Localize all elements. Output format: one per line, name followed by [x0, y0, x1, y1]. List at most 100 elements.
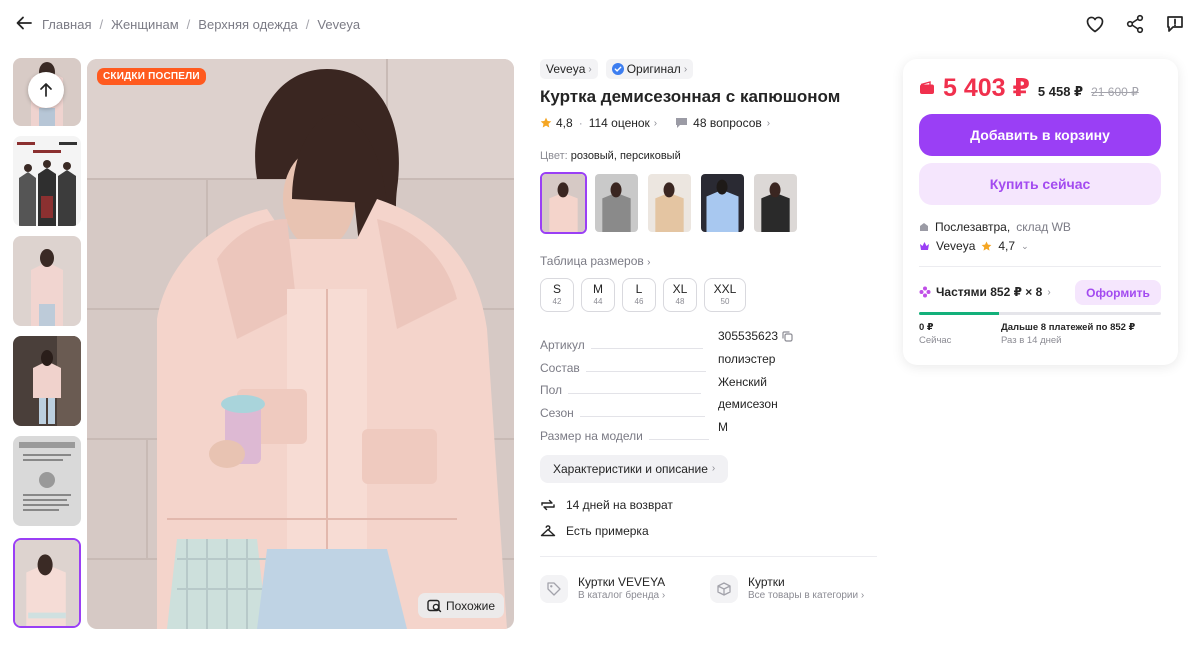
seller-rating: 4,7 [998, 239, 1016, 253]
spec-value: полиэстер [718, 351, 776, 366]
size-option[interactable]: XL 48 [663, 278, 697, 312]
spec-value: демисезон [718, 397, 778, 412]
buy-card: 5 403 ₽ 5 458 ₽ 21 600 ₽ Добавить в корз… [903, 59, 1178, 365]
return-feature: 14 дней на возврат [540, 497, 880, 513]
warehouse-icon [920, 223, 928, 231]
add-to-cart-button[interactable]: Добавить в корзину [919, 114, 1161, 156]
current-price: 5 403 ₽ [943, 74, 1030, 102]
spec-key: Сезон [540, 406, 574, 421]
heart-icon[interactable] [1084, 13, 1106, 35]
original-price: 21 600 ₽ [1091, 85, 1139, 99]
pay-later-info: Дальше 8 платежей по 852 ₽ Раз в 14 дней [1001, 322, 1135, 348]
delivery-info: Послезавтра, склад WB [919, 220, 1071, 234]
thumbnail[interactable] [13, 336, 81, 426]
star-icon [982, 241, 992, 251]
scroll-up-button[interactable] [28, 72, 64, 108]
spec-key: Состав [540, 360, 580, 375]
fitting-feature: Есть примерка [540, 523, 880, 539]
brand-tag[interactable]: Veveya › [540, 59, 598, 79]
brand-catalog-sub: В каталог бренда [578, 589, 660, 601]
size-selector: S 42 M 44 L 46 XL 48 XXL 50 [540, 278, 880, 312]
fitting-label: Есть примерка [566, 523, 649, 538]
color-swatch[interactable] [752, 172, 799, 234]
thumbnail-selected[interactable] [13, 538, 81, 628]
reviews-link[interactable]: 114 оценок [589, 116, 650, 130]
installment-info[interactable]: Частями 852 ₽ × 8 › [919, 285, 1051, 299]
questions-link[interactable]: 48 вопросов › [675, 116, 770, 130]
spec-row: Состав полиэстер [540, 352, 880, 375]
buy-now-button[interactable]: Купить сейчас [919, 163, 1161, 205]
thumbnail[interactable] [13, 136, 81, 226]
question-icon [676, 118, 688, 128]
category-title: Куртки [748, 574, 785, 589]
spec-row: Артикул 305535623 [540, 329, 880, 352]
brand-catalog-title: Куртки VEVEYA [578, 574, 666, 589]
spec-key: Размер на модели [540, 428, 643, 443]
breadcrumb-item[interactable]: Главная [42, 17, 91, 32]
brand-tags: Veveya › Оригинал › [540, 59, 880, 79]
size-table-link[interactable]: Таблица размеров › [540, 254, 880, 268]
color-swatches [540, 172, 880, 234]
original-label: Оригинал [626, 62, 681, 76]
spec-value: Женский [718, 374, 767, 389]
thumbnail[interactable] [13, 236, 81, 326]
color-swatch[interactable] [646, 172, 693, 234]
similar-button[interactable]: Похожие [418, 593, 504, 618]
report-icon[interactable] [1164, 13, 1186, 35]
tag-icon [547, 582, 561, 596]
questions-count: 48 вопросов [693, 116, 762, 130]
delivery-day: Послезавтра, [935, 220, 1011, 234]
thumbnail[interactable] [13, 436, 81, 526]
thumbnail-strip[interactable] [13, 58, 81, 630]
return-label: 14 дней на возврат [566, 497, 673, 512]
brand-catalog-link[interactable]: Куртки VEVEYA В каталог бренда › [540, 574, 710, 603]
spec-key: Пол [540, 383, 563, 398]
share-icon[interactable] [1124, 13, 1146, 35]
breadcrumb: Главная / Женщинам / Верхняя одежда / Ve… [42, 17, 361, 32]
pay-later-amount: Дальше 8 платежей по 852 ₽ [1001, 322, 1136, 333]
breadcrumb-item[interactable]: Верхняя одежда [198, 17, 297, 32]
product-title: Куртка демисезонная с капюшоном [540, 87, 841, 106]
category-sub: Все товары в категории [748, 589, 859, 601]
size-option[interactable]: S 42 [540, 278, 574, 312]
box-icon [717, 582, 731, 596]
category-link[interactable]: Куртки Все товары в категории › [710, 574, 880, 603]
original-tag[interactable]: Оригинал › [605, 59, 694, 79]
pay-now-label: Сейчас [919, 335, 952, 346]
price-row: 5 403 ₽ 5 458 ₽ 21 600 ₽ [919, 73, 1139, 103]
spec-value: 305535623 [718, 329, 779, 343]
breadcrumb-item[interactable]: Veveya [317, 17, 360, 32]
size-option[interactable]: M 44 [581, 278, 615, 312]
size-option[interactable]: XXL 50 [704, 278, 746, 312]
spec-table: Артикул 305535623 Состав полиэстер Пол Ж… [540, 329, 880, 443]
sale-badge: СКИДКИ ПОСПЕЛИ [97, 68, 206, 85]
chevron-right-icon: › [683, 63, 688, 75]
top-bar: Главная / Женщинам / Верхняя одежда / Ve… [0, 0, 1200, 48]
size-option[interactable]: L 46 [622, 278, 656, 312]
product-info: Veveya › Оригинал › Куртка демисезонная … [540, 59, 880, 603]
order-installment-button[interactable]: Оформить [1075, 280, 1161, 305]
spec-key: Артикул [540, 337, 585, 352]
arrow-up-icon [40, 83, 52, 97]
spec-row: Размер на модели M [540, 420, 880, 443]
return-icon [541, 499, 555, 511]
installment-icon [919, 286, 931, 298]
description-button[interactable]: Характеристики и описание › [540, 454, 729, 483]
color-swatch[interactable] [699, 172, 746, 234]
spec-value: M [718, 420, 728, 435]
breadcrumb-item[interactable]: Женщинам [111, 17, 179, 32]
search-similar-icon [427, 599, 442, 612]
chevron-right-icon: › [588, 63, 592, 75]
main-product-photo[interactable]: СКИДКИ ПОСПЕЛИ Похожие [87, 59, 514, 629]
copy-icon[interactable] [782, 330, 793, 342]
back-arrow-icon[interactable] [14, 13, 34, 33]
verified-icon [611, 63, 624, 75]
wallet-icon [920, 81, 934, 94]
color-swatch[interactable] [540, 172, 587, 234]
chevron-right-icon: › [653, 117, 658, 129]
crown-icon [920, 242, 929, 250]
chevron-right-icon: › [711, 463, 716, 475]
seller-info[interactable]: Veveya 4,7 ⌄ [919, 239, 1029, 253]
color-swatch[interactable] [593, 172, 640, 234]
brand-name: Veveya [546, 62, 586, 76]
